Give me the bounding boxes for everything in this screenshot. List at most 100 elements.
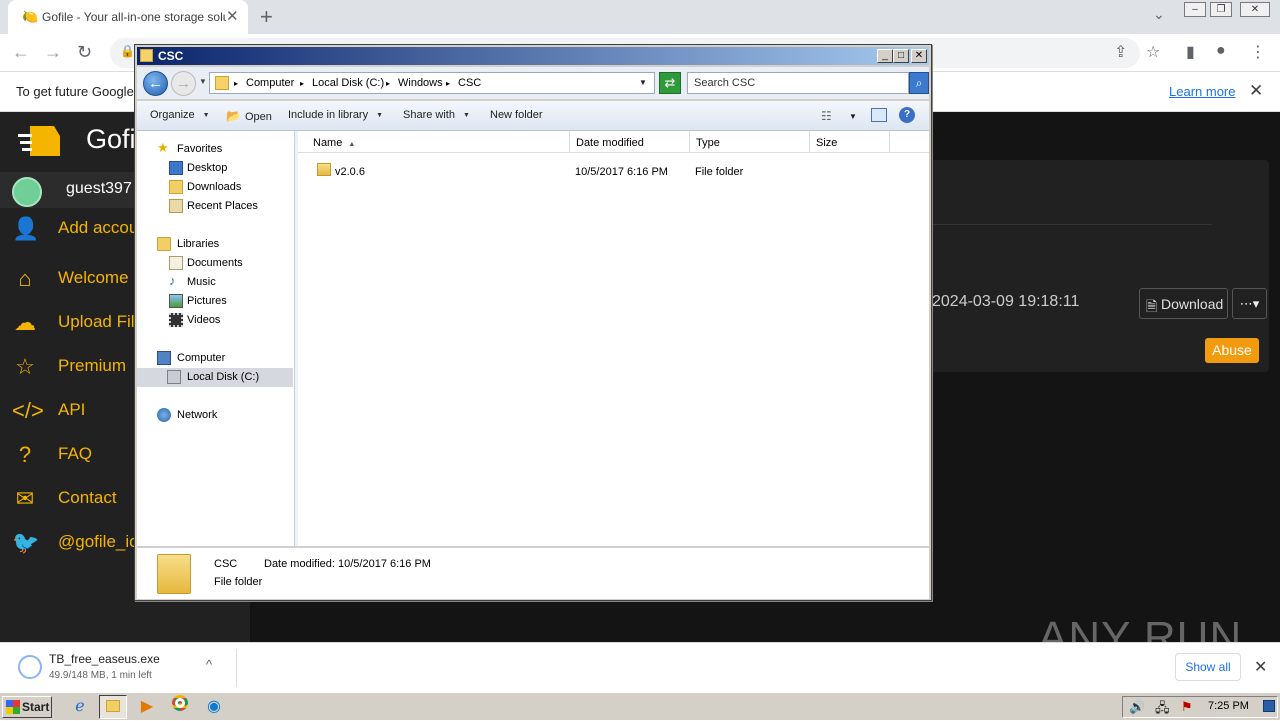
action-center-flag-icon[interactable]: ⚑ [1181, 699, 1193, 715]
sort-arrow-icon: ▲ [348, 141, 356, 148]
breadcrumb[interactable]: ▸ Computer ▸ Local Disk (C:) ▸ Windows ▸… [209, 72, 655, 94]
column-header-name[interactable]: Name ▲ [298, 131, 570, 153]
download-filename[interactable]: TB_free_easeus.exe [49, 652, 160, 666]
explorer-title-bar[interactable]: CSC _ □ ✕ [137, 47, 929, 65]
table-row[interactable]: v2.0.6 10/5/2017 6:16 PM File folder [298, 159, 929, 181]
column-header-size[interactable]: Size [810, 131, 890, 153]
chrome-menu-icon[interactable]: ⋮ [1250, 42, 1266, 62]
nav-tree-network[interactable]: Network [137, 406, 293, 425]
nav-tree-local-disk[interactable]: Local Disk (C:) [137, 368, 293, 387]
back-button[interactable]: ← [143, 71, 168, 96]
include-in-library-menu[interactable]: Include in library ▼ [288, 109, 383, 121]
nav-tree-label: Recent Places [187, 200, 258, 212]
include-library-label: Include in library [288, 109, 369, 121]
help-icon[interactable]: ? [899, 107, 915, 123]
breadcrumb-separator-icon[interactable]: ▸ [446, 79, 450, 88]
nav-tree-documents[interactable]: Documents [137, 254, 293, 273]
envelope-icon: ✉ [15, 486, 35, 511]
address-dropdown-icon[interactable]: ▼ [639, 78, 647, 87]
download-status: 49.9/148 MB, 1 min left [49, 670, 152, 681]
tab-search-chevron-icon[interactable]: ⌄ [1153, 6, 1165, 23]
start-button[interactable]: Start [2, 696, 52, 718]
nav-tree-pictures[interactable]: Pictures [137, 292, 293, 311]
tab-close-icon[interactable]: ✕ [226, 7, 239, 25]
add-user-icon: 👤 [12, 216, 40, 241]
nav-tree-favorites[interactable]: ★ Favorites [137, 140, 293, 159]
show-desktop-icon[interactable] [1263, 700, 1275, 712]
nav-tree-label: Local Disk (C:) [187, 371, 260, 383]
restore-button[interactable]: ❐ [1210, 2, 1232, 17]
breadcrumb-windows[interactable]: Windows [398, 77, 443, 89]
taskbar-clock[interactable]: 7:25 PM [1208, 700, 1249, 712]
show-all-button[interactable]: Show all [1175, 653, 1241, 681]
open-button[interactable]: 📂 Open [226, 109, 272, 123]
more-options-button[interactable]: ⋯▾ [1232, 288, 1267, 319]
abuse-button[interactable]: Abuse [1205, 338, 1259, 363]
browser-tab[interactable]: 🍋 Gofile - Your all-in-one storage solut… [8, 0, 248, 34]
folder-icon [140, 49, 153, 62]
column-header-type[interactable]: Type [690, 131, 810, 153]
download-progress-icon [18, 655, 42, 679]
navigation-pane: ★ Favorites Desktop Downloads Recent Pla… [137, 131, 295, 546]
breadcrumb-separator-icon[interactable]: ▸ [300, 79, 304, 88]
column-header-date[interactable]: Date modified [570, 131, 690, 153]
breadcrumb-computer[interactable]: Computer [246, 77, 294, 89]
media-player-icon[interactable]: ▶ [133, 695, 161, 719]
nav-tree-music[interactable]: ♪ Music [137, 273, 293, 292]
view-options-icon[interactable]: ☷ [821, 109, 832, 123]
close-shelf-icon[interactable]: ✕ [1254, 657, 1267, 677]
infobar-close-icon[interactable]: ✕ [1249, 81, 1263, 101]
internet-explorer-icon[interactable]: ℯ [66, 695, 94, 719]
learn-more-link[interactable]: Learn more [1169, 84, 1235, 99]
new-folder-button[interactable]: New folder [490, 109, 543, 121]
edge-icon[interactable]: ◉ [200, 695, 228, 719]
network-tray-icon[interactable]: 🖧 [1155, 699, 1170, 721]
search-icon[interactable]: ⌕ [909, 72, 929, 94]
new-tab-button[interactable]: + [260, 4, 273, 30]
explorer-maximize-button[interactable]: □ [893, 49, 909, 63]
nav-tree-recent-places[interactable]: Recent Places [137, 197, 293, 216]
nav-tree-label: Desktop [187, 162, 228, 174]
refresh-button[interactable]: ⇄ [659, 72, 681, 94]
minimize-button[interactable]: – [1184, 2, 1206, 17]
breadcrumb-local-disk[interactable]: Local Disk (C:) [312, 77, 384, 89]
nav-tree-desktop[interactable]: Desktop [137, 159, 293, 178]
search-input[interactable]: Search CSC [687, 72, 909, 94]
volume-icon[interactable]: 🔊 [1129, 699, 1145, 715]
view-dropdown-icon[interactable]: ▼ [849, 112, 857, 121]
profile-avatar-icon[interactable]: ● [1216, 42, 1226, 60]
nav-tree-downloads[interactable]: Downloads [137, 178, 293, 197]
nav-tree-label: Favorites [177, 143, 223, 155]
recent-pages-chevron-icon[interactable]: ▼ [199, 77, 207, 86]
explorer-close-button[interactable]: ✕ [911, 49, 927, 63]
share-with-menu[interactable]: Share with ▼ [403, 109, 470, 121]
preview-pane-icon[interactable] [871, 108, 887, 122]
breadcrumb-separator-icon[interactable]: ▸ [386, 79, 390, 88]
nav-label: Premium [58, 356, 127, 375]
nav-tree-computer[interactable]: Computer [137, 349, 293, 368]
breadcrumb-separator-icon[interactable]: ▸ [234, 79, 238, 88]
reload-icon[interactable]: ↻ [77, 42, 92, 63]
bookmark-star-icon[interactable]: ☆ [1146, 42, 1160, 62]
nav-tree-videos[interactable]: Videos [137, 311, 293, 330]
share-icon[interactable]: ⇪ [1114, 42, 1127, 62]
close-window-button[interactable]: ✕ [1240, 2, 1270, 17]
lock-icon[interactable]: 🔒 [120, 44, 135, 58]
forward-arrow-icon[interactable]: → [44, 42, 62, 63]
nav-tree-libraries[interactable]: Libraries [137, 235, 293, 254]
windows-taskbar: Start ℯ ▶ ◉ 🔊 🖧 ⚑ 7:25 PM [0, 692, 1280, 720]
pictures-icon [169, 294, 183, 308]
start-label: Start [22, 700, 50, 714]
organize-menu[interactable]: Organize ▼ [150, 109, 210, 121]
chrome-icon[interactable] [166, 695, 194, 719]
file-date-modified: 10/5/2017 6:16 PM [575, 166, 668, 178]
explorer-taskbar-icon[interactable] [99, 695, 127, 719]
explorer-minimize-button[interactable]: _ [877, 49, 893, 63]
organize-label: Organize [150, 109, 195, 121]
download-button[interactable]: 🗎 Download [1139, 288, 1228, 319]
chevron-up-icon[interactable]: ^ [206, 657, 212, 672]
back-arrow-icon[interactable]: ← [12, 42, 30, 63]
forward-button[interactable]: → [171, 71, 196, 96]
side-panel-icon[interactable]: ▮ [1186, 42, 1195, 62]
breadcrumb-csc[interactable]: CSC [458, 77, 481, 89]
